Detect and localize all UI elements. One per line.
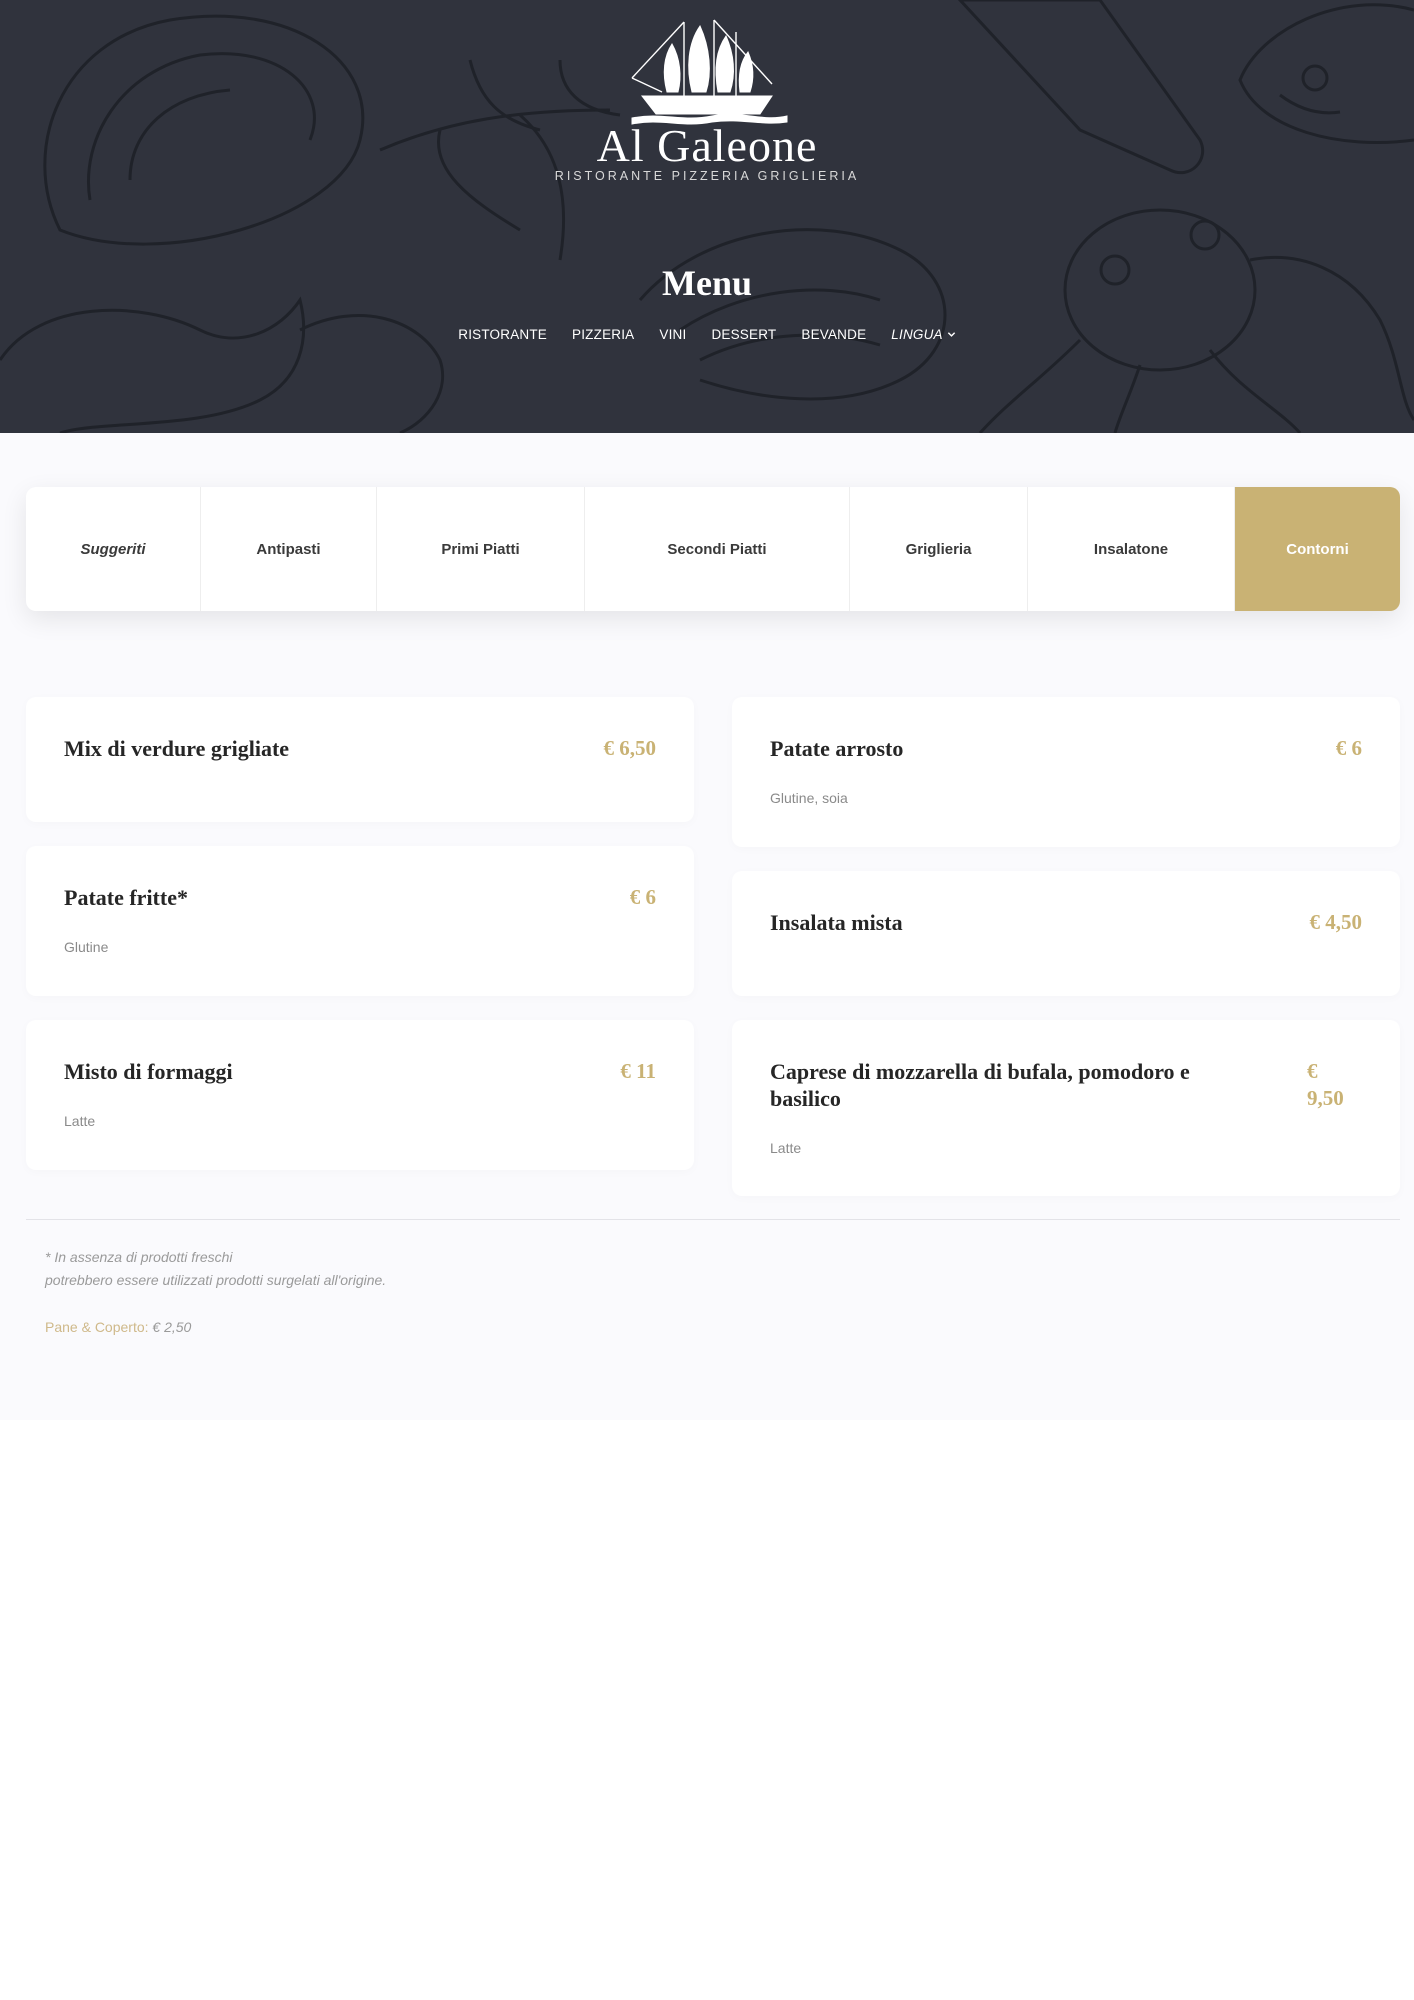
menu-item-card: Patate arrosto € 6 Glutine, soia [732, 697, 1400, 847]
nav-pizzeria[interactable]: PIZZERIA [572, 327, 634, 342]
tab-secondi-piatti[interactable]: Secondi Piatti [585, 487, 850, 611]
footer-divider [26, 1219, 1400, 1220]
menu-item-price-currency: € [1307, 1059, 1318, 1083]
menu-item-allergens: Latte [64, 1113, 96, 1129]
tab-suggeriti[interactable]: Suggeriti [26, 487, 201, 611]
menu-item-allergens: Glutine [64, 939, 109, 955]
menu-item-name: Misto di formaggi [64, 1059, 233, 1084]
note-line-1: * In assenza di prodotti freschi [45, 1249, 233, 1265]
menu-item-price: € 6 [1335, 736, 1362, 760]
chevron-down-icon [947, 332, 955, 337]
note-line-2: potrebbero essere utilizzati prodotti su… [45, 1272, 387, 1288]
menu-item-price: € 11 [620, 1059, 656, 1083]
menu-item-name: Mix di verdure grigliate [64, 736, 290, 761]
menu-item-card: Caprese di mozzarella di bufala, pomodor… [732, 1020, 1400, 1196]
cover-charge-label: Pane & Coperto: [45, 1319, 149, 1335]
galleon-ship-icon [631, 19, 788, 125]
nav-bevande[interactable]: BEVANDE [801, 327, 866, 342]
tab-contorni[interactable]: Contorni [1235, 487, 1400, 611]
menu-item-name: Caprese di mozzarella di bufala, pomodor… [770, 1059, 1190, 1111]
cover-charge: Pane & Coperto: € 2,50 [45, 1319, 191, 1335]
brand-name-part2: Galeone [657, 120, 818, 171]
page-title: Menu [662, 263, 752, 303]
language-label: LINGUA [891, 327, 943, 342]
menu-item-price: € 9,50 [1307, 1058, 1344, 1112]
brand-name: Al Galeone [0, 123, 1414, 169]
cover-charge-value: € 2,50 [152, 1319, 192, 1335]
menu-item-allergens: Latte [770, 1140, 802, 1156]
hero-header: Al Galeone RISTORANTE PIZZERIA GRIGLIERI… [0, 0, 1414, 433]
category-tabs: Suggeriti Antipasti Primi Piatti Secondi… [26, 487, 1400, 611]
menu-item-name: Patate fritte* [64, 885, 188, 910]
menu-item-name: Insalata mista [770, 910, 903, 935]
brand-name-part1: Al [596, 120, 645, 171]
nav-ristorante[interactable]: RISTORANTE [458, 327, 547, 342]
menu-item-price: € 4,50 [1309, 910, 1363, 934]
language-dropdown[interactable]: LINGUA [891, 327, 955, 342]
nav-vini[interactable]: VINI [659, 327, 686, 342]
menu-item-card: Patate fritte* € 6 Glutine [26, 846, 694, 996]
nav-dessert[interactable]: DESSERT [711, 327, 776, 342]
menu-item-price-amount: 9,50 [1307, 1086, 1344, 1110]
menu-item-card: Insalata mista € 4,50 [732, 871, 1400, 996]
menu-item-price: € 6 [629, 885, 656, 909]
main-nav: RISTORANTE PIZZERIA VINI DESSERT BEVANDE… [0, 327, 1414, 342]
menu-item-name: Patate arrosto [770, 736, 904, 761]
tab-antipasti[interactable]: Antipasti [201, 487, 377, 611]
menu-content: Suggeriti Antipasti Primi Piatti Secondi… [0, 433, 1414, 1420]
brand-tagline: RISTORANTE PIZZERIA GRIGLIERIA [554, 169, 860, 183]
logo[interactable]: Al Galeone RISTORANTE PIZZERIA GRIGLIERI… [0, 18, 1414, 183]
tab-griglieria[interactable]: Griglieria [850, 487, 1028, 611]
frozen-products-note: * In assenza di prodotti freschi potrebb… [45, 1246, 386, 1292]
tab-primi-piatti[interactable]: Primi Piatti [377, 487, 585, 611]
menu-item-allergens: Glutine, soia [770, 790, 848, 806]
menu-item-price: € 6,50 [603, 736, 657, 760]
menu-item-card: Mix di verdure grigliate € 6,50 [26, 697, 694, 822]
menu-item-card: Misto di formaggi € 11 Latte [26, 1020, 694, 1170]
tab-insalatone[interactable]: Insalatone [1028, 487, 1235, 611]
